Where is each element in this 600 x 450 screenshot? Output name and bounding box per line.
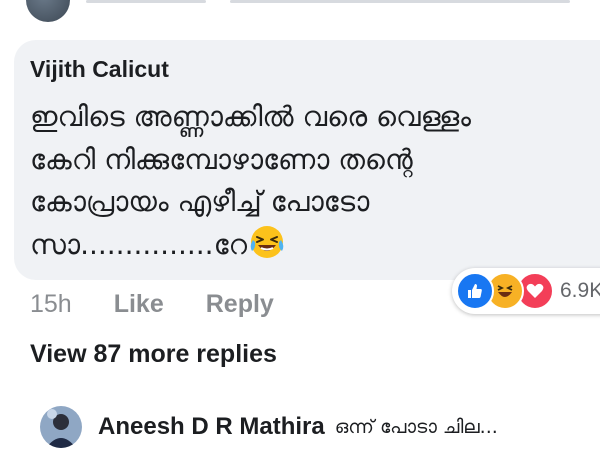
comment-line: കേറി നിക്കുമ്പോഴാണോ തന്റെ [30,142,413,176]
comment-author[interactable]: Vijith Calicut [30,56,169,83]
reactions-summary[interactable]: 6.9K [452,268,600,314]
latest-reply[interactable]: Aneesh D R Mathira ഒന്ന് പോടാ ചില... [40,402,498,450]
reply-button[interactable]: Reply [206,290,274,319]
comment-line: സാ...............റേ [30,227,248,261]
reaction-count: 6.9K [560,279,600,302]
reply-author-name[interactable]: Aneesh D R Mathira [98,413,325,441]
laughing-tears-emoji-icon [250,225,284,258]
comment-body: ഇവിടെ അണ്ണാക്കിൽ വരെ വെള്ളം കേറി നിക്കുമ… [30,96,590,266]
previous-commenter-avatar[interactable] [26,0,70,22]
previous-comment-text-stub [230,0,570,3]
like-reaction-icon [456,272,494,310]
comment-timestamp[interactable]: 15h [30,290,72,319]
reply-preview-text: ഒന്ന് പോടാ ചില... [334,416,498,438]
comment-line-last: സാ...............റേ [30,224,590,267]
previous-comment-text-stub [86,0,206,3]
comment-line: ഇവിടെ അണ്ണാക്കിൽ വരെ വെള്ളം [30,100,471,133]
comment-thread: Vijith Calicut ഇവിടെ അണ്ണാക്കിൽ വരെ വെള്… [0,0,600,450]
comment-line: കോപ്രായം എഴീച്ച് പോടോ [30,185,370,218]
comment-actions: 15h Like Reply [30,286,274,322]
reply-author-avatar[interactable] [40,406,82,448]
view-more-replies-link[interactable]: View 87 more replies [30,340,277,369]
like-button[interactable]: Like [114,290,164,319]
